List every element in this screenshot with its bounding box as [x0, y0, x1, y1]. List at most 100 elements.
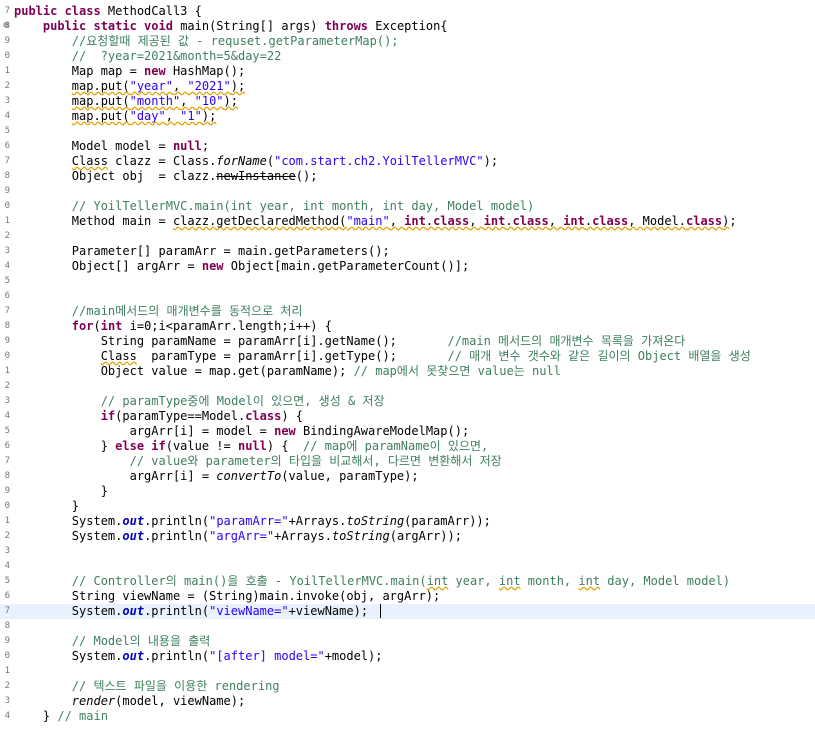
code-token: Method main = — [14, 214, 173, 228]
fold-collapse-icon[interactable]: ⊖ — [3, 21, 12, 31]
code-line[interactable]: 6 String viewName = (String)main.invoke(… — [0, 589, 815, 604]
code-line[interactable]: 7 Class clazz = Class.forName("com.start… — [0, 154, 815, 169]
code-line[interactable]: 8 — [0, 619, 815, 634]
code-line[interactable]: 6 — [0, 289, 815, 304]
code-token: paramType = paramArr[i].getType(); — [136, 349, 448, 363]
code-token: // Model의 내용을 출력 — [71, 634, 211, 648]
code-token: } — [14, 484, 108, 498]
code-token: (paramType==Model. — [115, 409, 246, 423]
code-token: public static void — [42, 19, 181, 33]
code-token: , — [165, 109, 181, 123]
code-line[interactable]: 5 — [0, 124, 815, 139]
code-token: HashMap(); — [172, 64, 246, 78]
code-token: Parameter[] paramArr = main.getParameter… — [14, 244, 390, 258]
line-number: 4 — [4, 411, 10, 421]
code-text: public static void main(String[] args) t… — [14, 19, 448, 34]
code-token: , Model. — [628, 214, 686, 228]
code-line[interactable]: 3 Parameter[] paramArr = main.getParamet… — [0, 244, 815, 259]
code-line[interactable]: 7 //main메서드의 매개변수를 동적으로 처리 — [0, 304, 815, 319]
code-token: out — [122, 604, 145, 618]
line-number: 8 — [4, 471, 10, 481]
code-line[interactable]: 9 — [0, 184, 815, 199]
code-line[interactable]: 8 argArr[i] = convertTo(value, paramType… — [0, 469, 815, 484]
code-line[interactable]: 9 // Model의 내용을 출력 — [0, 634, 815, 649]
code-line[interactable]: 0 // ?year=2021&month=5&day=22 — [0, 49, 815, 64]
code-token: map.put( — [71, 109, 130, 123]
code-token: . — [584, 214, 593, 228]
code-token: "argArr=" — [209, 529, 275, 543]
code-line[interactable]: 8 for(int i=0;i<paramArr.length;i++) { — [0, 319, 815, 334]
line-number: 9 — [4, 186, 10, 196]
code-line[interactable]: 5 argArr[i] = model = new BindingAwareMo… — [0, 424, 815, 439]
code-token: int — [483, 214, 506, 228]
code-text: System.out.println("paramArr="+Arrays.to… — [14, 514, 491, 529]
code-line[interactable]: 3 render(model, viewName); — [0, 694, 815, 709]
code-line[interactable]: 5 — [0, 274, 815, 289]
line-number: 0 — [4, 351, 10, 361]
line-number: 1 — [4, 366, 10, 376]
code-line[interactable]: 4 — [0, 559, 815, 574]
code-token: main(String[] args) — [180, 19, 325, 33]
code-line[interactable]: 2 System.out.println("argArr="+Arrays.to… — [0, 529, 815, 544]
code-token: Exception{ — [375, 19, 448, 33]
code-line[interactable]: 8 Object obj = clazz.newInstance(); — [0, 169, 815, 184]
code-line[interactable]: 0 } — [0, 499, 815, 514]
code-line[interactable]: 1 Map map = new HashMap(); — [0, 64, 815, 79]
code-line[interactable]: 4 } // main — [0, 709, 815, 724]
code-token: "paramArr=" — [209, 514, 289, 528]
code-line[interactable]: 6 } else if(value != null) { // map에 par… — [0, 439, 815, 454]
code-token: +viewName); — [288, 604, 369, 618]
code-line[interactable]: 3 — [0, 544, 815, 559]
code-token: .println( — [144, 529, 210, 543]
code-line[interactable]: 7 public class MethodCall3 { — [0, 4, 815, 19]
code-line[interactable]: 2 // 텍스트 파일을 이용한 rendering — [0, 679, 815, 694]
code-line[interactable]: 6 Model model = null; — [0, 139, 815, 154]
code-line[interactable]: 4 map.put("day", "1"); — [0, 109, 815, 124]
code-line[interactable]: 5 // Controller의 main()을 호출 - YoilTeller… — [0, 574, 815, 589]
code-token: (paramArr)); — [404, 514, 491, 528]
code-line[interactable]: 2 — [0, 379, 815, 394]
code-line[interactable]: 1 System.out.println("paramArr="+Arrays.… — [0, 514, 815, 529]
code-token: argArr[i] = model = — [14, 424, 275, 438]
code-token: MethodCall3 { — [107, 4, 202, 18]
code-token: "day" — [129, 109, 166, 123]
code-token: map.put( — [71, 94, 130, 108]
code-line[interactable]: 9 String paramName = paramArr[i].getName… — [0, 334, 815, 349]
line-number: 3 — [4, 396, 10, 406]
code-line[interactable]: 4 if(paramType==Model.class) { — [0, 409, 815, 424]
code-line[interactable]: 2 map.put("year", "2021"); — [0, 79, 815, 94]
code-line[interactable]: 3 map.put("month", "10"); — [0, 94, 815, 109]
code-token: .println( — [144, 649, 210, 663]
code-text: Object obj = clazz.newInstance(); — [14, 169, 318, 184]
code-line[interactable]: 0 // YoilTellerMVC.main(int year, int mo… — [0, 199, 815, 214]
code-token: String viewName = (String)main.invoke(ob… — [14, 589, 441, 603]
code-line[interactable]: 7 // value와 parameter의 타입을 비교해서, 다르면 변환해… — [0, 454, 815, 469]
code-line[interactable]: 0 Class paramType = paramArr[i].getType(… — [0, 349, 815, 364]
code-text: } else if(value != null) { // map에 param… — [14, 439, 489, 454]
code-token: else if — [115, 439, 166, 453]
code-line[interactable]: 1 Method main = clazz.getDeclaredMethod(… — [0, 214, 815, 229]
code-line[interactable]: 3 // paramType중에 Model이 있으면, 생성 & 저장 — [0, 394, 815, 409]
code-token: ) { — [281, 409, 304, 423]
code-line[interactable]: 1 — [0, 664, 815, 679]
code-token: } — [14, 709, 58, 723]
line-number: 5 — [4, 276, 10, 286]
code-text: } // main — [14, 709, 108, 724]
code-line[interactable]: 9 } — [0, 484, 815, 499]
line-number: 0 — [4, 501, 10, 511]
code-line[interactable]: 2 — [0, 229, 815, 244]
code-token: (argArr)); — [389, 529, 462, 543]
code-line[interactable]: 1 Object value = map.get(paramName); // … — [0, 364, 815, 379]
code-token: } — [14, 499, 80, 513]
code-line[interactable]: 8 ⊖ public static void main(String[] args… — [0, 19, 815, 34]
line-number: 3 — [4, 96, 10, 106]
code-line[interactable]: 7 System.out.println("viewName="+viewNam… — [0, 604, 815, 619]
code-editor[interactable]: 7 public class MethodCall3 {8 ⊖ public sta… — [0, 0, 815, 739]
code-line[interactable]: 4 Object[] argArr = new Object[main.getP… — [0, 259, 815, 274]
code-line[interactable]: 0 System.out.println("[after] model="+mo… — [0, 649, 815, 664]
code-line[interactable]: 9 //요청할때 제공된 값 - requset.getParameterMap… — [0, 34, 815, 49]
line-number: 6 — [4, 141, 10, 151]
